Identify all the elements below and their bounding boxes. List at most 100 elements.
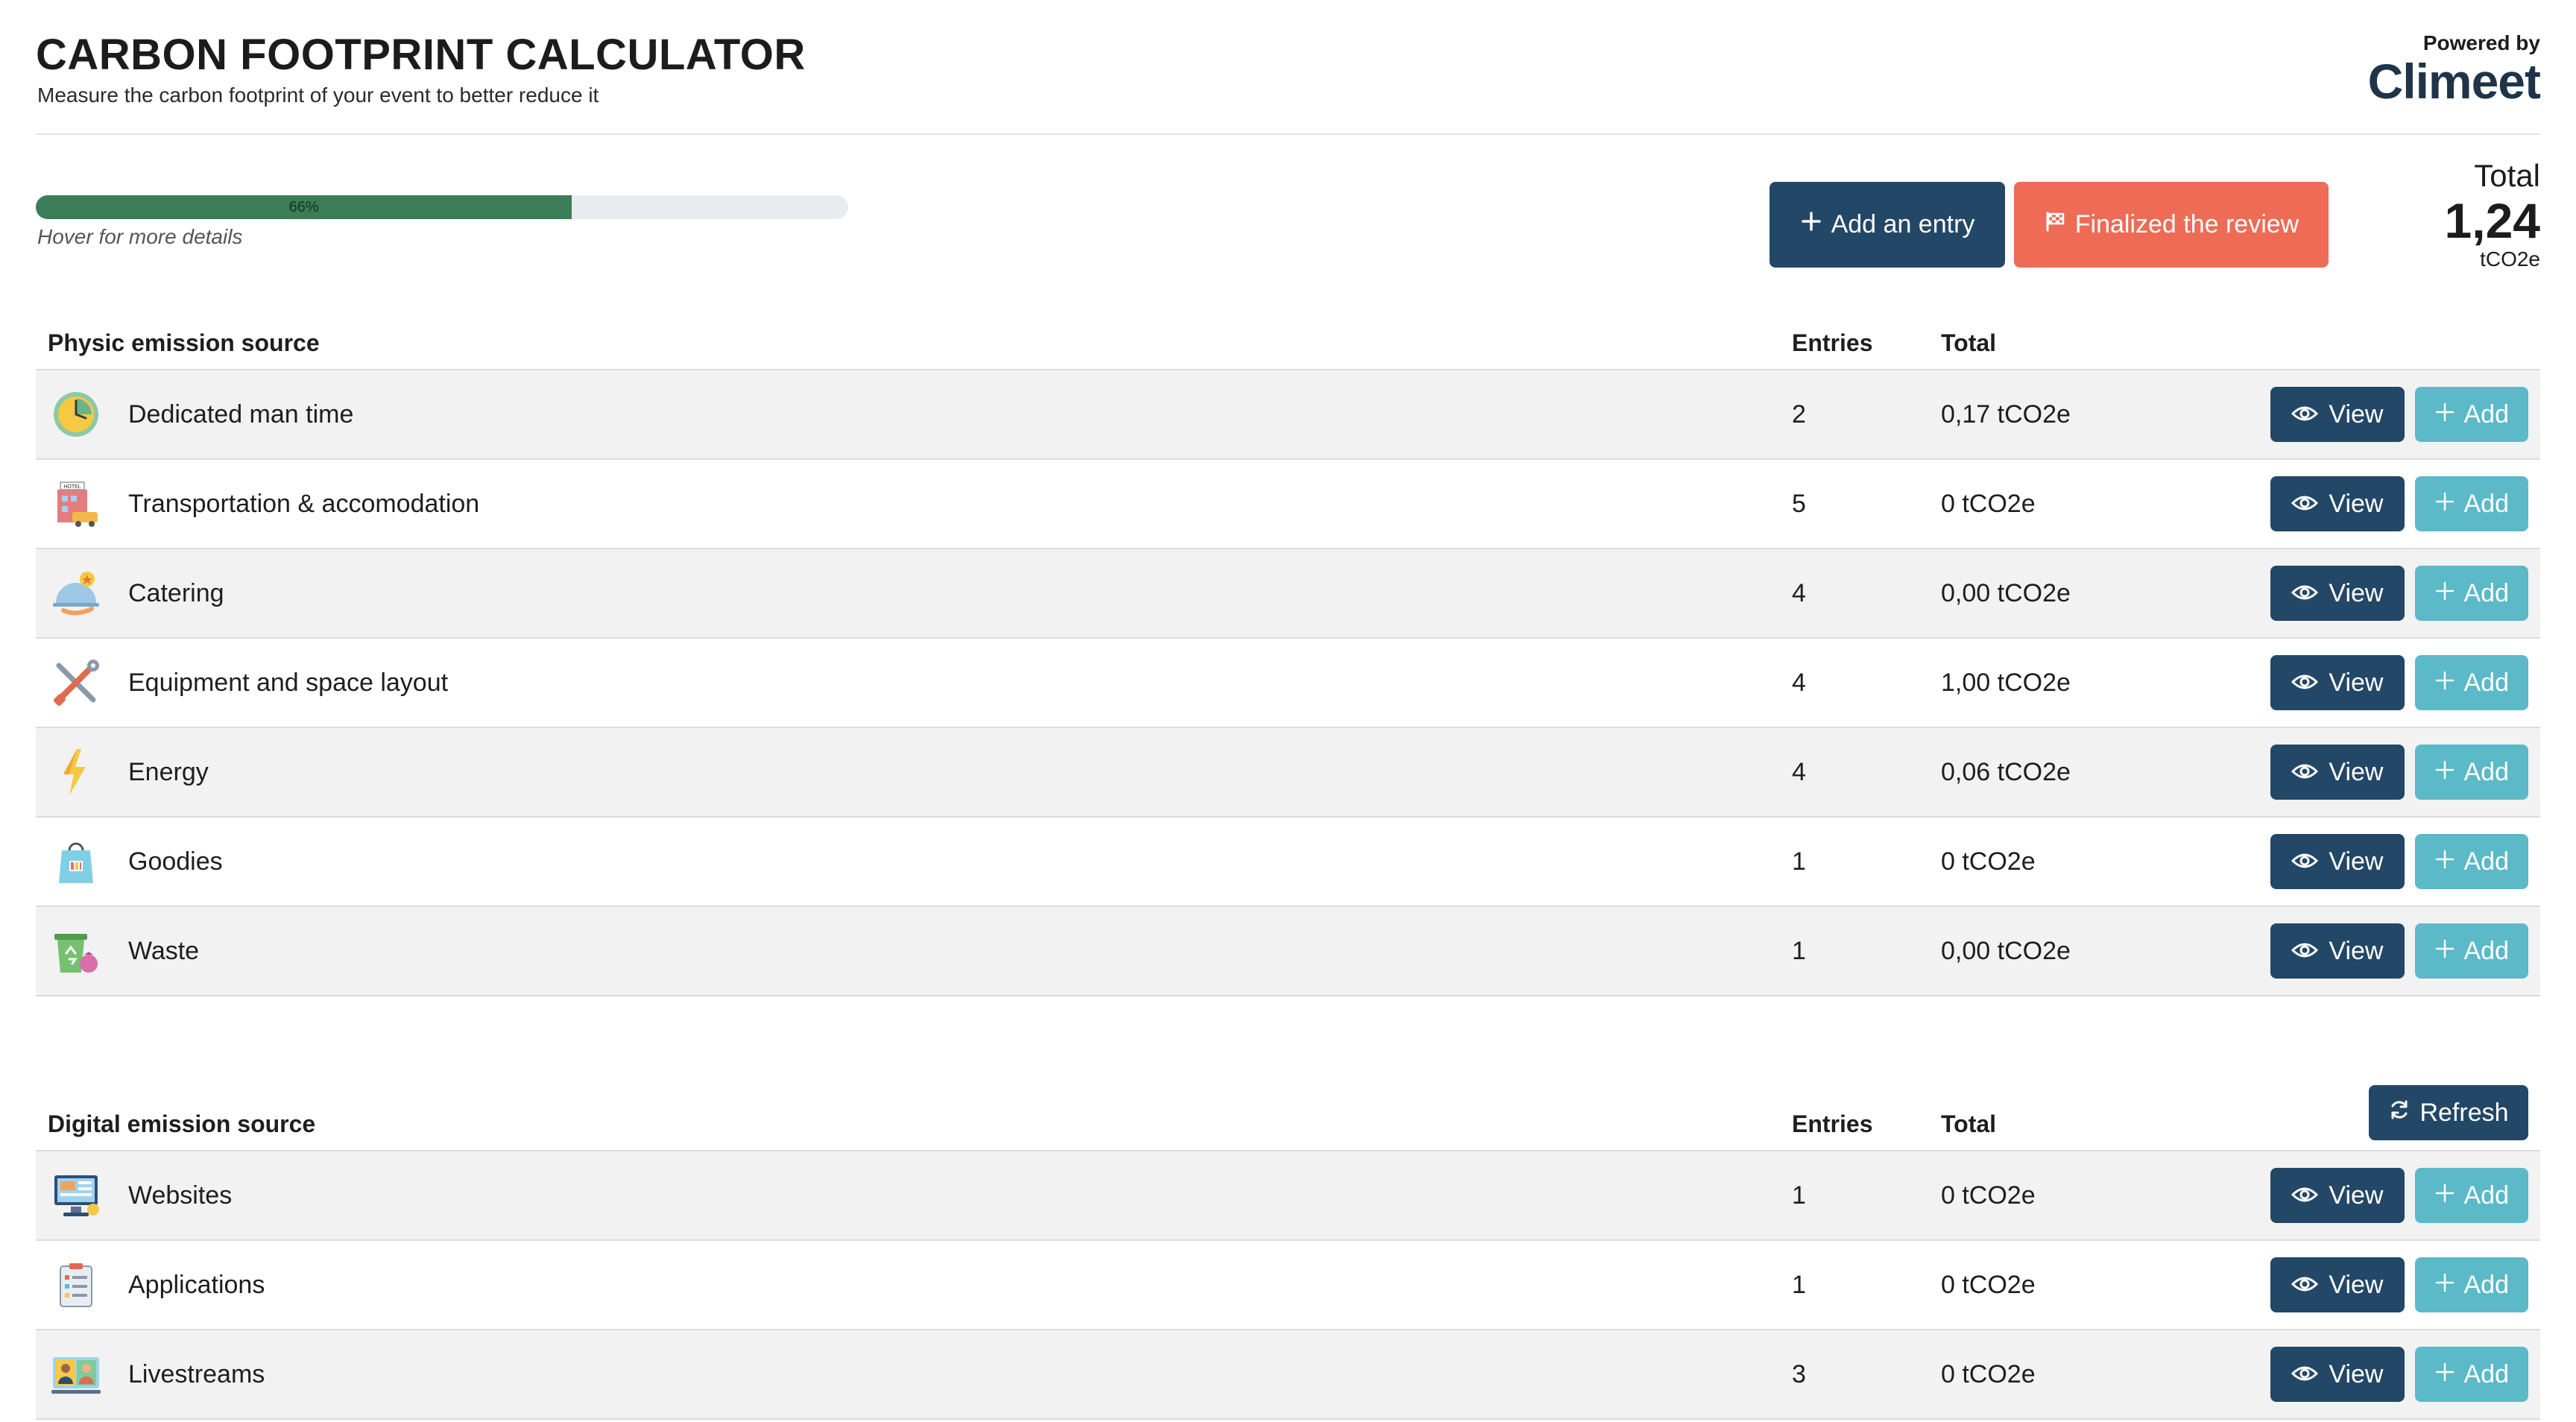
view-label: View bbox=[2329, 1181, 2384, 1210]
add-label: Add bbox=[2463, 399, 2510, 429]
total-label: Total bbox=[2474, 158, 2540, 193]
plus-icon bbox=[2434, 669, 2455, 698]
view-button[interactable]: View bbox=[2270, 655, 2405, 710]
view-label: View bbox=[2329, 578, 2384, 607]
eye-icon bbox=[2291, 1271, 2319, 1300]
plus-icon bbox=[2434, 937, 2455, 966]
powered-by-block: Powered by Climeet bbox=[2368, 31, 2541, 106]
add-label: Add bbox=[2463, 1181, 2510, 1210]
view-button[interactable]: View bbox=[2270, 834, 2405, 889]
add-button[interactable]: Add bbox=[2414, 476, 2528, 531]
total-value: 1,24 bbox=[2444, 193, 2540, 248]
table-row: Dedicated man time 2 0,17 tCO2e View Add bbox=[36, 370, 2540, 460]
clipboard-app-icon bbox=[46, 1255, 106, 1315]
digital-header-name: Digital emission source bbox=[36, 1110, 1780, 1151]
row-total: 0 tCO2e bbox=[1929, 1240, 2242, 1330]
add-button[interactable]: Add bbox=[2414, 923, 2528, 979]
view-label: View bbox=[2329, 668, 2384, 697]
add-button[interactable]: Add bbox=[2414, 566, 2528, 621]
row-total: 0 tCO2e bbox=[1929, 1330, 2242, 1420]
row-total: 0 tCO2e bbox=[1929, 817, 2242, 907]
plus-icon bbox=[2434, 1271, 2455, 1300]
eye-icon bbox=[2291, 400, 2319, 429]
checkered-flag-icon bbox=[2044, 210, 2066, 239]
table-row: Websites 1 0 tCO2e View Add bbox=[36, 1151, 2540, 1241]
shopping-bag-icon bbox=[46, 832, 106, 891]
row-entries: 2 bbox=[1780, 370, 1929, 460]
physic-header-entries: Entries bbox=[1780, 329, 1929, 370]
physic-emission-table: Physic emission source Entries Total Ded… bbox=[36, 329, 2540, 996]
digital-header-total: Total bbox=[1929, 1110, 2242, 1151]
row-name-applications: Applications bbox=[128, 1240, 1780, 1330]
add-button[interactable]: Add bbox=[2414, 387, 2528, 442]
eye-icon bbox=[2291, 847, 2319, 876]
hotel-icon: HOTEL bbox=[46, 474, 106, 534]
view-label: View bbox=[2329, 1270, 2384, 1299]
view-label: View bbox=[2329, 489, 2384, 518]
view-button[interactable]: View bbox=[2270, 1168, 2405, 1223]
page-subtitle: Measure the carbon footprint of your eve… bbox=[37, 83, 599, 107]
add-button[interactable]: Add bbox=[2414, 834, 2528, 889]
view-button[interactable]: View bbox=[2270, 476, 2405, 531]
row-entries: 1 bbox=[1780, 1240, 1929, 1330]
clock-icon bbox=[46, 385, 106, 444]
add-button[interactable]: Add bbox=[2414, 745, 2528, 800]
table-row: HOTEL Transportation & accomodation 5 0 tCO… bbox=[36, 459, 2540, 549]
progress-bar-fill: 66% bbox=[36, 195, 572, 219]
row-total: 0 tCO2e bbox=[1929, 459, 2242, 549]
add-button[interactable]: Add bbox=[2414, 1257, 2528, 1312]
eye-icon bbox=[2291, 1360, 2319, 1389]
row-total: 0,00 tCO2e bbox=[1929, 906, 2242, 996]
view-label: View bbox=[2329, 847, 2384, 876]
eye-icon bbox=[2291, 669, 2319, 698]
add-button[interactable]: Add bbox=[2414, 1347, 2528, 1402]
add-entry-button[interactable]: Add an entry bbox=[1770, 182, 2005, 268]
eye-icon bbox=[2291, 937, 2319, 966]
total-summary: Total 1,24 tCO2e bbox=[2445, 158, 2540, 271]
row-name-livestreams: Livestreams bbox=[128, 1330, 1780, 1420]
add-label: Add bbox=[2463, 1359, 2510, 1388]
add-label: Add bbox=[2463, 936, 2510, 965]
plus-icon bbox=[2434, 847, 2455, 876]
finalize-review-button[interactable]: Finalized the review bbox=[2014, 182, 2329, 268]
table-row: Catering 4 0,00 tCO2e View Add bbox=[36, 549, 2540, 639]
total-unit: tCO2e bbox=[2480, 247, 2540, 271]
page-title: CARBON FOOTPRINT CALCULATOR bbox=[36, 31, 806, 79]
view-button[interactable]: View bbox=[2270, 566, 2405, 621]
finalize-review-label: Finalized the review bbox=[2074, 210, 2299, 238]
view-label: View bbox=[2329, 1359, 2384, 1388]
plus-icon bbox=[2434, 490, 2455, 519]
add-button[interactable]: Add bbox=[2414, 1168, 2528, 1223]
view-label: View bbox=[2329, 757, 2384, 786]
progress-bar[interactable]: 66% bbox=[36, 195, 848, 219]
eye-icon bbox=[2291, 490, 2319, 519]
add-button[interactable]: Add bbox=[2414, 655, 2528, 710]
physic-header-name: Physic emission source bbox=[36, 329, 1780, 370]
video-call-icon bbox=[46, 1344, 106, 1404]
row-total: 0,06 tCO2e bbox=[1929, 727, 2242, 818]
row-name-goodies: Goodies bbox=[128, 817, 1780, 907]
climeet-logo[interactable]: Climeet bbox=[2368, 57, 2541, 106]
add-label: Add bbox=[2463, 489, 2510, 518]
view-button[interactable]: View bbox=[2270, 923, 2405, 979]
powered-by-label: Powered by bbox=[2422, 31, 2540, 54]
view-label: View bbox=[2329, 936, 2384, 965]
digital-emission-table: Digital emission source Entries Total We… bbox=[36, 1110, 2540, 1420]
row-name-transportation-accomodation: Transportation & accomodation bbox=[128, 459, 1780, 549]
row-entries: 1 bbox=[1780, 906, 1929, 996]
plus-icon bbox=[2434, 1181, 2455, 1210]
progress-hint: Hover for more details bbox=[37, 225, 243, 248]
view-button[interactable]: View bbox=[2270, 1347, 2405, 1402]
recycle-bin-icon bbox=[46, 921, 106, 981]
row-total: 0,17 tCO2e bbox=[1929, 370, 2242, 460]
view-button[interactable]: View bbox=[2270, 1257, 2405, 1312]
row-total: 1,00 tCO2e bbox=[1929, 638, 2242, 728]
row-name-equipment-and-space-layout: Equipment and space layout bbox=[128, 638, 1780, 728]
row-entries: 3 bbox=[1780, 1330, 1929, 1420]
eye-icon bbox=[2291, 1181, 2319, 1210]
view-button[interactable]: View bbox=[2270, 387, 2405, 442]
view-button[interactable]: View bbox=[2270, 745, 2405, 800]
plus-icon bbox=[1800, 210, 1822, 239]
table-row: Applications 1 0 tCO2e View Add bbox=[36, 1240, 2540, 1330]
cloche-icon bbox=[46, 563, 106, 623]
